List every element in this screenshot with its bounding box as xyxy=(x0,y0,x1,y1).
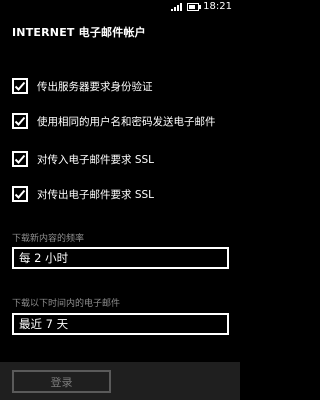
status-bar: 18:21 xyxy=(0,0,240,14)
page-title: INTERNET 电子邮件帐户 xyxy=(12,26,146,39)
download-frequency-label: 下载新内容的频率 xyxy=(12,234,85,244)
status-icons xyxy=(171,3,201,11)
checkbox-outgoing-auth[interactable]: 传出服务器要求身份验证 xyxy=(12,78,153,94)
checkbox-box[interactable] xyxy=(12,186,28,202)
checkbox-box[interactable] xyxy=(12,78,28,94)
checkmark-icon xyxy=(14,189,26,199)
clock: 18:21 xyxy=(203,1,232,12)
app-bar: 登录 xyxy=(0,362,240,400)
checkbox-outgoing-ssl[interactable]: 对传出电子邮件要求 SSL xyxy=(12,186,154,202)
checkmark-icon xyxy=(14,154,26,164)
checkbox-same-credentials[interactable]: 使用相同的用户名和密码发送电子邮件 xyxy=(12,113,216,129)
login-button[interactable]: 登录 xyxy=(12,370,111,393)
checkmark-icon xyxy=(14,81,26,91)
signal-strength-icon xyxy=(171,3,182,11)
download-range-select[interactable]: 最近 7 天 xyxy=(12,313,229,335)
checkmark-icon xyxy=(14,116,26,126)
download-frequency-select[interactable]: 每 2 小时 xyxy=(12,247,229,269)
checkbox-label: 使用相同的用户名和密码发送电子邮件 xyxy=(37,115,216,128)
checkbox-incoming-ssl[interactable]: 对传入电子邮件要求 SSL xyxy=(12,151,154,167)
checkbox-label: 传出服务器要求身份验证 xyxy=(37,80,153,93)
download-range-label: 下载以下时间内的电子邮件 xyxy=(12,299,121,309)
checkbox-label: 对传入电子邮件要求 SSL xyxy=(37,153,155,166)
checkbox-label: 对传出电子邮件要求 SSL xyxy=(37,188,155,201)
checkbox-box[interactable] xyxy=(12,151,28,167)
checkbox-box[interactable] xyxy=(12,113,28,129)
battery-icon xyxy=(187,3,201,11)
